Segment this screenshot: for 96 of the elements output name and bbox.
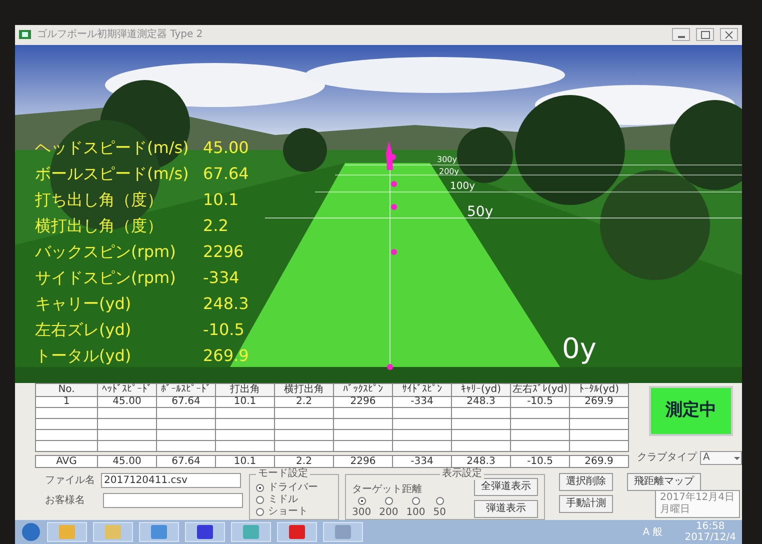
table-cell: -10.5 <box>510 396 570 408</box>
table-cell: 67.64 <box>156 396 216 408</box>
table-cell: -334 <box>392 456 452 468</box>
radio-button[interactable] <box>256 496 264 504</box>
readout-value: 67.64 <box>203 162 249 185</box>
distance-label: 100y <box>450 182 476 192</box>
measuring-status-button[interactable]: 測定中 <box>649 386 733 436</box>
table-cell: 67.64 <box>156 456 216 468</box>
file-name-label: ファイル名 <box>45 474 95 488</box>
readout-label: キャリー(yd) <box>35 292 132 315</box>
table-cell: 2296 <box>334 396 392 408</box>
radio-label: ドライバー <box>268 482 318 494</box>
readout-value: 248.3 <box>203 292 249 315</box>
readout-label: 横打出し角（度） <box>35 214 164 237</box>
radio-button[interactable] <box>384 497 393 505</box>
table-cell: 269.9 <box>570 396 628 408</box>
taskbar-app-icon[interactable] <box>277 522 317 542</box>
group-title: 表示設定 <box>440 468 484 480</box>
distance-label: 0y <box>562 334 596 363</box>
readout-value: 269.9 <box>203 344 249 367</box>
column-header: 横打出角 <box>274 384 334 396</box>
column-header: ﾍｯﾄﾞｽﾋﾟｰﾄﾞ <box>98 384 156 396</box>
group-title: モード設定 <box>256 468 310 480</box>
column-header: ﾄｰﾀﾙ(yd) <box>570 384 628 396</box>
distance-label: 300y <box>437 156 458 164</box>
radio-label: 200 <box>379 506 398 520</box>
column-header: ｷｬﾘｰ(yd) <box>452 384 510 396</box>
distance-label: 200y <box>439 168 460 176</box>
table-cell: 269.9 <box>570 456 628 468</box>
tooltip-text: 2017年12月4日 <box>660 492 735 504</box>
table-cell: 10.1 <box>216 396 274 408</box>
close-button[interactable] <box>720 28 738 42</box>
club-type-label: クラブタイプ <box>637 450 697 465</box>
table-cell: -10.5 <box>510 456 570 468</box>
tooltip-text: 月曜日 <box>660 504 691 516</box>
radio-label: ショート <box>268 506 308 518</box>
radio-button[interactable] <box>358 497 366 505</box>
customer-name-label: お客様名 <box>45 494 85 508</box>
radio-button[interactable] <box>256 508 264 516</box>
customer-name-field[interactable] <box>103 492 243 508</box>
readout-label: 左右ズレ(yd) <box>35 318 132 341</box>
table-cell: 248.3 <box>452 396 510 408</box>
taskbar-app-icon[interactable] <box>185 522 225 542</box>
table-cell: 2296 <box>334 456 392 468</box>
readout-value: 45.00 <box>203 136 249 159</box>
table-cell: 248.3 <box>452 456 510 468</box>
file-name-field[interactable]: 2017120411.csv <box>101 472 241 488</box>
table-cell: 10.1 <box>216 456 274 468</box>
action-button[interactable]: 手動計測 <box>559 495 613 513</box>
radio-label: 100 <box>406 506 426 520</box>
column-header: 左右ｽﾞﾚ(yd) <box>510 384 570 396</box>
radio-label: 300 <box>352 506 372 520</box>
readout-label: トータル(yd) <box>35 344 132 367</box>
table-cell: 2.2 <box>274 456 334 468</box>
minimize-button[interactable] <box>672 28 690 42</box>
radio-label: ミドル <box>268 494 298 506</box>
table-cell: 2.2 <box>274 396 334 408</box>
maximize-button[interactable] <box>696 28 714 42</box>
column-header: 打出角 <box>216 384 274 396</box>
radio-button[interactable] <box>412 497 420 505</box>
column-header: ｻｲﾄﾞｽﾋﾟﾝ <box>392 384 452 396</box>
table-cell: 45.00 <box>98 396 156 408</box>
readout-value: 10.1 <box>203 188 240 211</box>
readout-label: ヘッドスピード(m/s) <box>35 136 190 159</box>
radio-label: 50 <box>433 506 446 520</box>
window-title: ゴルフボール初期弾道測定器 Type 2 <box>37 28 203 42</box>
column-header: ﾊﾞｯｸｽﾋﾟﾝ <box>334 384 392 396</box>
table-cell: AVG <box>36 456 98 468</box>
readout-label: 打ち出し角（度） <box>35 188 164 211</box>
target-distance-label: ターゲット距離 <box>352 483 423 497</box>
readout-label: バックスピン(rpm) <box>35 240 177 263</box>
radio-button[interactable] <box>256 484 264 492</box>
column-header: ﾎﾞｰﾙｽﾋﾟｰﾄﾞ <box>156 384 216 396</box>
readout-value: -10.5 <box>203 318 246 341</box>
readout-label: サイドスピン(rpm) <box>35 266 177 289</box>
close-icon <box>725 30 733 39</box>
start-icon[interactable] <box>21 522 41 542</box>
club-type-dropdown[interactable]: A <box>700 450 742 464</box>
readout-label: ボールスピード(m/s) <box>35 162 190 185</box>
app-icon <box>19 30 31 40</box>
table-cell: 45.00 <box>98 456 156 468</box>
distance-map-button[interactable]: 飛距離マップ <box>627 473 701 491</box>
radio-button[interactable] <box>436 497 444 505</box>
table-cell: -334 <box>392 396 452 408</box>
table-cell: 1 <box>36 396 98 408</box>
trajectory-button[interactable]: 弾道表示 <box>474 500 538 518</box>
readout-value: -334 <box>203 266 240 289</box>
taskbar-app-icon[interactable] <box>139 522 179 542</box>
column-header: No. <box>36 384 98 396</box>
minimize-icon <box>678 36 684 38</box>
trajectory-button[interactable]: 全弾道表示 <box>474 478 538 496</box>
distance-label: 50y <box>467 204 494 219</box>
readout-value: 2296 <box>203 240 245 263</box>
action-button[interactable]: 選択削除 <box>559 473 613 491</box>
readout-value: 2.2 <box>203 214 230 237</box>
maximize-icon <box>700 30 710 39</box>
